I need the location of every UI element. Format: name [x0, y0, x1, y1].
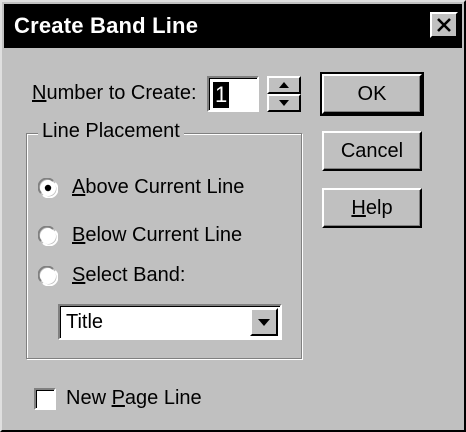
- above-label-text: bove Current Line: [85, 176, 245, 198]
- ok-button[interactable]: OK: [320, 72, 424, 116]
- cancel-button-label: Cancel: [340, 139, 404, 162]
- help-button-label: Help: [351, 197, 392, 220]
- close-icon: [437, 18, 451, 32]
- radio-select-band[interactable]: [38, 266, 58, 286]
- radio-below-current-line[interactable]: [38, 226, 58, 246]
- number-to-create-mnemonic: N: [32, 82, 47, 104]
- chevron-down-icon: [258, 318, 270, 326]
- help-button[interactable]: Help: [322, 188, 422, 228]
- new-page-line-mnemonic: P: [111, 387, 125, 409]
- spin-down-button[interactable]: [267, 94, 301, 112]
- below-current-line-label[interactable]: Below Current Line: [72, 224, 242, 247]
- new-page-line-checkbox[interactable]: [34, 388, 56, 410]
- select-band-label[interactable]: Select Band:: [72, 264, 185, 287]
- above-mnemonic: A: [72, 176, 86, 198]
- select-band-label-text: elect Band:: [85, 264, 186, 286]
- arrow-down-icon: [279, 100, 289, 106]
- close-button[interactable]: [430, 12, 458, 38]
- title-bar[interactable]: Create Band Line: [4, 4, 462, 48]
- radio-above-current-line[interactable]: [38, 178, 58, 198]
- number-to-create-label: Number to Create:: [32, 82, 197, 105]
- band-select-dropdown[interactable]: Title: [58, 304, 282, 340]
- dialog-window: Create Band Line Number to Create: 1 OK …: [0, 0, 466, 432]
- band-select-arrow-button[interactable]: [250, 308, 278, 336]
- new-page-line-pre: New: [66, 387, 112, 409]
- spin-up-button[interactable]: [267, 76, 301, 94]
- below-label-text: elow Current Line: [85, 224, 243, 246]
- above-current-line-label[interactable]: Above Current Line: [72, 176, 244, 199]
- ok-button-label: OK: [357, 82, 387, 105]
- number-to-create-value: 1: [213, 82, 230, 108]
- help-mnemonic: H: [351, 196, 366, 219]
- number-to-create-label-text: umber to Create:: [46, 82, 197, 104]
- dialog-title: Create Band Line: [14, 13, 199, 38]
- line-placement-legend: Line Placement: [38, 120, 184, 143]
- new-page-line-rest: age Line: [124, 387, 202, 409]
- cancel-button[interactable]: Cancel: [322, 131, 422, 171]
- new-page-line-label[interactable]: New Page Line: [66, 387, 202, 410]
- number-to-create-input[interactable]: 1: [207, 76, 259, 112]
- below-mnemonic: B: [72, 224, 86, 246]
- help-label-text: elp: [365, 196, 393, 219]
- select-band-mnemonic: S: [72, 264, 86, 286]
- arrow-up-icon: [279, 82, 289, 88]
- band-select-value: Title: [66, 311, 104, 333]
